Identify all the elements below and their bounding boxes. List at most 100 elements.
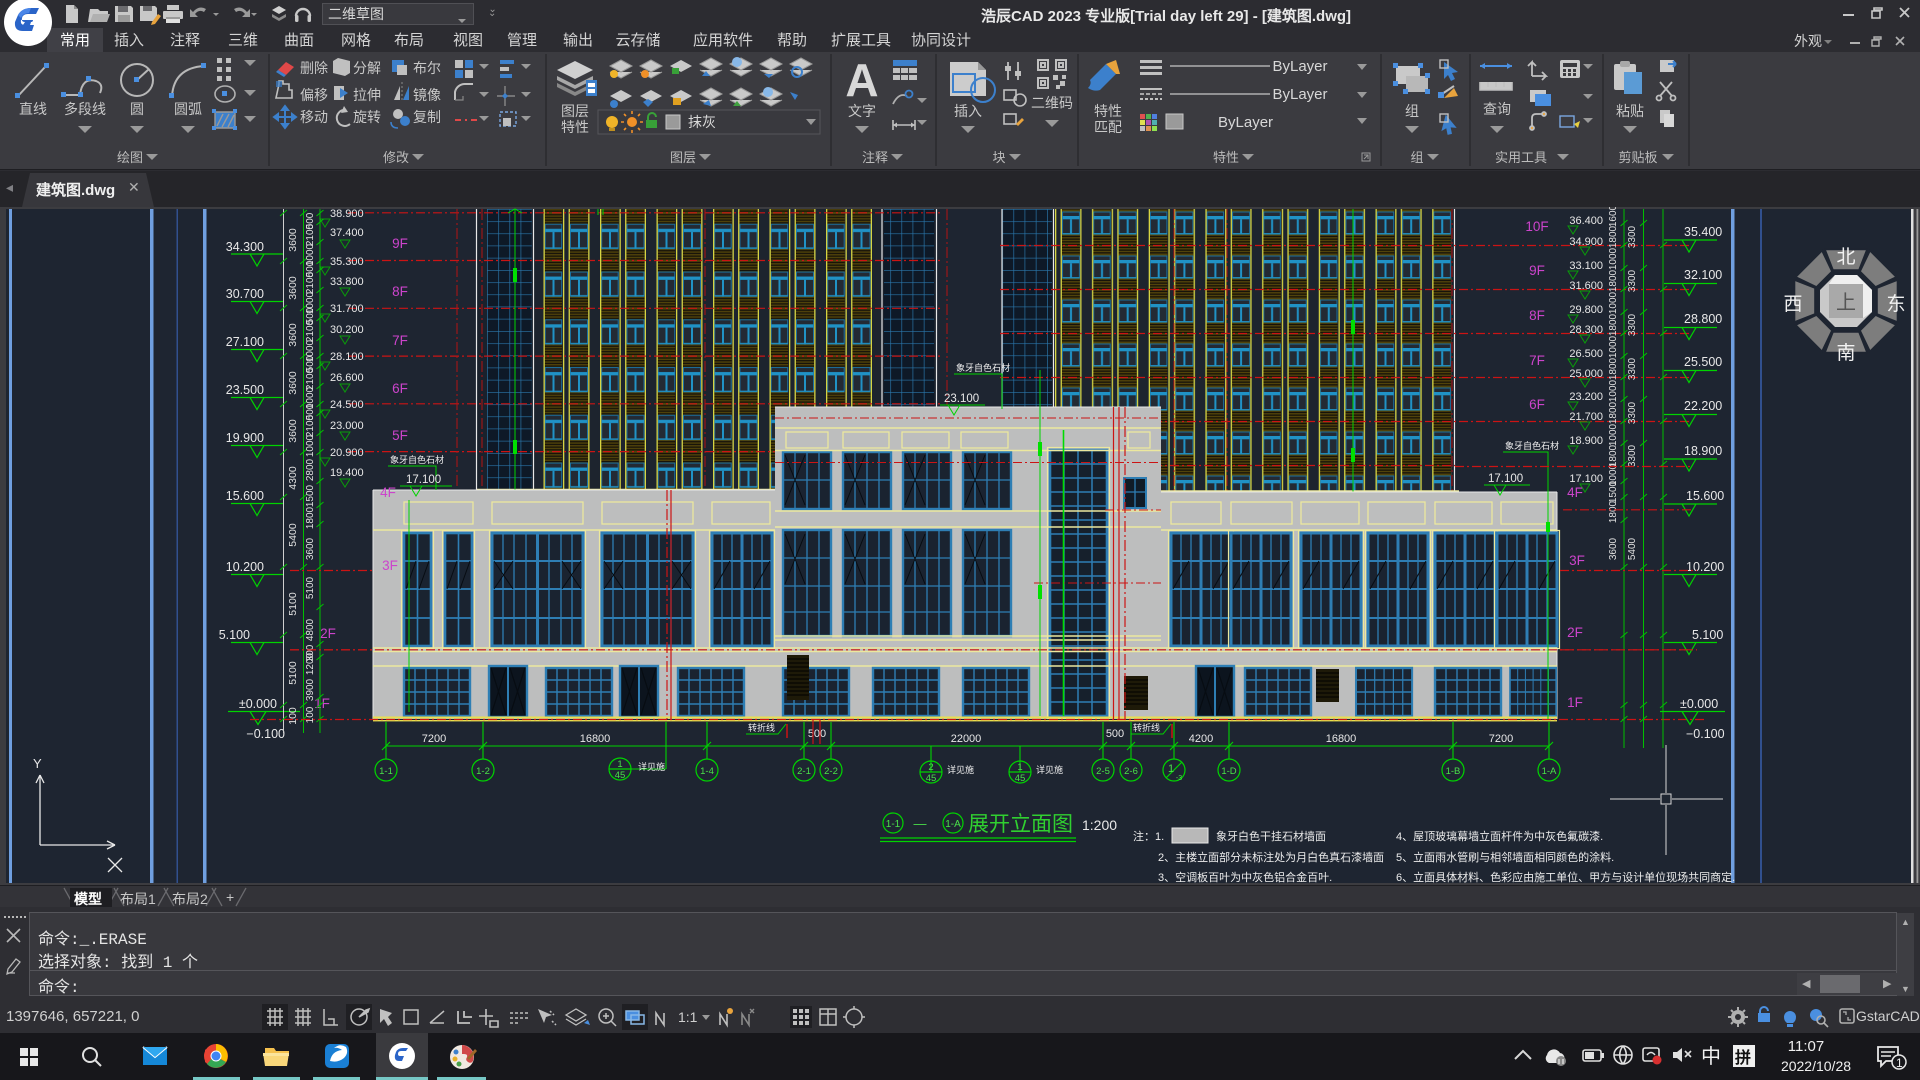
- svg-text:东: 东: [1886, 293, 1905, 315]
- svg-text:5.100: 5.100: [219, 628, 250, 642]
- svg-text:1:200: 1:200: [1082, 817, 1117, 833]
- svg-text:拼: 拼: [1735, 1048, 1751, 1067]
- svg-text:象牙自色石材: 象牙自色石材: [390, 454, 444, 465]
- svg-text:二维码: 二维码: [1031, 95, 1073, 111]
- svg-text:3300: 3300: [1627, 269, 1638, 292]
- svg-text:2-5: 2-5: [1096, 766, 1110, 777]
- svg-text:转折线: 转折线: [1133, 722, 1160, 733]
- svg-text:粘贴: 粘贴: [1616, 103, 1644, 119]
- svg-text:3600: 3600: [287, 419, 299, 443]
- svg-text:7200: 7200: [422, 733, 446, 745]
- svg-text:3F: 3F: [1569, 553, 1585, 568]
- svg-text:4300: 4300: [287, 466, 299, 490]
- svg-text:5400: 5400: [287, 523, 299, 547]
- svg-text:ByLayer: ByLayer: [1218, 114, 1273, 131]
- svg-text:33.100: 33.100: [1569, 260, 1603, 272]
- svg-text:2800: 2800: [305, 458, 316, 481]
- svg-text:10F: 10F: [1525, 219, 1548, 234]
- svg-text:剪贴板: 剪贴板: [1618, 150, 1657, 165]
- svg-text:详见施: 详见施: [947, 764, 974, 775]
- svg-text:8F: 8F: [392, 284, 408, 299]
- svg-text:8F: 8F: [1529, 308, 1545, 323]
- svg-text:1: 1: [617, 759, 622, 770]
- svg-text:ByLayer: ByLayer: [1272, 58, 1327, 75]
- svg-text:−0.100: −0.100: [1686, 727, 1725, 741]
- svg-text:17.100: 17.100: [406, 474, 441, 486]
- svg-text:33.800: 33.800: [330, 276, 364, 288]
- svg-text:象牙自色石材: 象牙自色石材: [1505, 440, 1559, 451]
- svg-text:±0.000: ±0.000: [239, 697, 277, 711]
- svg-text:2-1: 2-1: [797, 766, 811, 777]
- svg-text:18.900: 18.900: [1684, 444, 1722, 458]
- svg-text:3600: 3600: [287, 371, 299, 395]
- svg-text:30.200: 30.200: [330, 324, 364, 336]
- svg-text:组: 组: [1410, 150, 1423, 165]
- svg-text:移动: 移动: [300, 109, 328, 125]
- svg-text:4F: 4F: [380, 485, 396, 500]
- svg-text:27.100: 27.100: [226, 335, 264, 349]
- svg-text:32.100: 32.100: [1684, 268, 1722, 282]
- svg-text:注：1.: 注：1.: [1133, 829, 1164, 843]
- svg-text:31.700: 31.700: [330, 303, 364, 315]
- svg-text:匹配: 匹配: [1094, 119, 1122, 135]
- svg-text:查询: 查询: [1483, 101, 1511, 117]
- svg-text:1500: 1500: [305, 484, 316, 507]
- svg-text:4F: 4F: [1567, 485, 1583, 500]
- svg-text:28.100: 28.100: [330, 351, 364, 363]
- svg-text:10.200: 10.200: [1686, 560, 1724, 574]
- svg-text:图层: 图层: [670, 150, 696, 165]
- svg-text:3600: 3600: [1608, 537, 1619, 560]
- svg-text:1800: 1800: [1608, 269, 1619, 292]
- svg-text:5F: 5F: [392, 428, 408, 443]
- svg-text:17.100: 17.100: [1569, 473, 1603, 485]
- svg-text:35.300: 35.300: [330, 256, 364, 268]
- svg-text:布尔: 布尔: [413, 60, 441, 76]
- svg-text:45: 45: [1015, 773, 1026, 784]
- svg-text:3600: 3600: [287, 228, 299, 252]
- svg-text:圆弧: 圆弧: [174, 101, 202, 117]
- svg-text:多段线: 多段线: [64, 101, 106, 117]
- svg-text:1200: 1200: [305, 652, 316, 675]
- svg-text:3300: 3300: [1627, 225, 1638, 248]
- svg-text:2F: 2F: [1567, 625, 1583, 640]
- svg-text:象牙自色石材: 象牙自色石材: [956, 362, 1010, 373]
- svg-text:34.300: 34.300: [226, 240, 264, 254]
- svg-text:特性: 特性: [561, 119, 589, 135]
- svg-text:45: 45: [615, 770, 626, 781]
- svg-text:7F: 7F: [1529, 353, 1545, 368]
- svg-text:2-6: 2-6: [1124, 766, 1138, 777]
- svg-text:1800: 1800: [305, 506, 316, 529]
- svg-text:29.800: 29.800: [1569, 304, 1603, 316]
- svg-text:插入: 插入: [954, 103, 982, 119]
- svg-text:28.300: 28.300: [1569, 324, 1603, 336]
- svg-text:转折线: 转折线: [748, 722, 775, 733]
- svg-text:5100: 5100: [305, 576, 316, 599]
- svg-text:1000: 1000: [1608, 291, 1619, 314]
- svg-text:28.800: 28.800: [1684, 312, 1722, 326]
- svg-text:7200: 7200: [1489, 733, 1513, 745]
- svg-text:5.100: 5.100: [1692, 628, 1723, 642]
- svg-text:25.000: 25.000: [1569, 368, 1603, 380]
- svg-text:19.900: 19.900: [226, 431, 264, 445]
- svg-text:注释: 注释: [862, 150, 888, 165]
- svg-text:1800: 1800: [1608, 444, 1619, 467]
- svg-text:−0.100: −0.100: [246, 727, 285, 741]
- svg-text:1800: 1800: [1608, 313, 1619, 336]
- svg-text:22.200: 22.200: [1684, 399, 1722, 413]
- svg-text:圆: 圆: [130, 101, 144, 117]
- svg-text:2F: 2F: [320, 626, 336, 641]
- svg-text:3F: 3F: [382, 558, 398, 573]
- svg-text:15.600: 15.600: [226, 489, 264, 503]
- svg-text:3300: 3300: [1627, 401, 1638, 424]
- svg-text:Y: Y: [33, 756, 42, 771]
- svg-text:1800: 1800: [1608, 500, 1619, 523]
- svg-text:展开立面图: 展开立面图: [968, 813, 1073, 836]
- svg-text:37.400: 37.400: [330, 227, 364, 239]
- svg-text:1: 1: [1017, 762, 1022, 773]
- svg-text:西: 西: [1783, 294, 1802, 315]
- svg-text:修改: 修改: [383, 150, 409, 165]
- svg-text:2100: 2100: [305, 414, 316, 437]
- svg-text:1500: 1500: [1608, 480, 1619, 503]
- svg-text:2: 2: [928, 762, 933, 773]
- svg-text:1800: 1800: [1608, 401, 1619, 424]
